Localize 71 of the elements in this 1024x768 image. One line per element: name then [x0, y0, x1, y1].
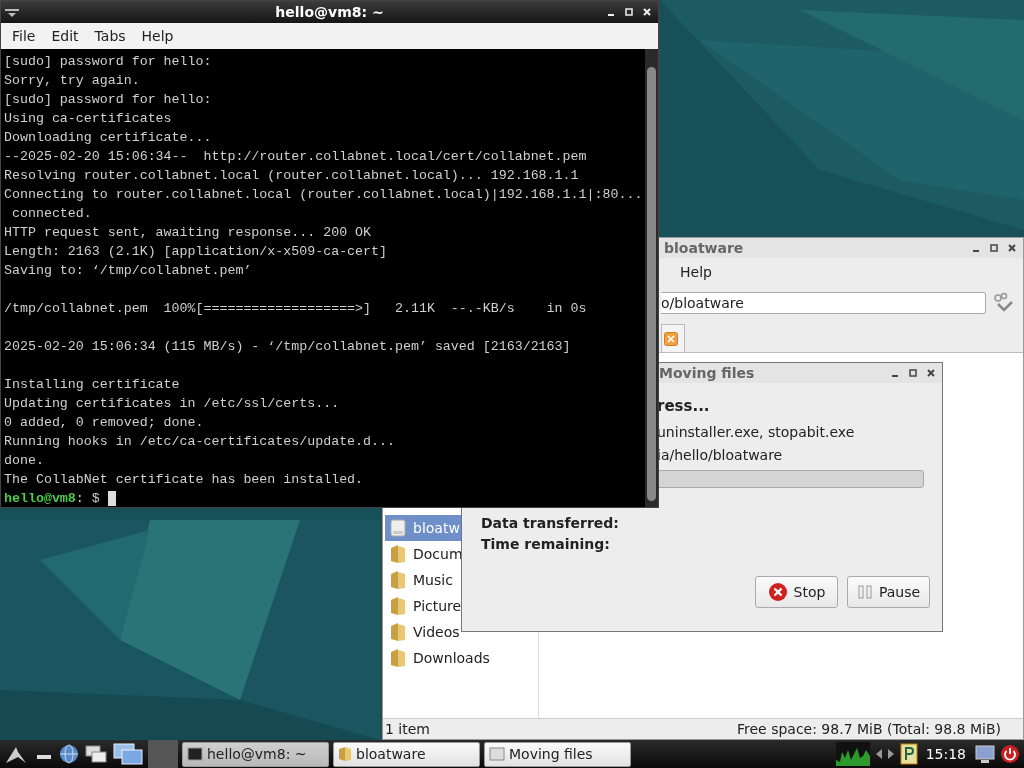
terminal-line: Resolving router.collabnet.local (router.collabnet.local)... 192.168.1.1 [4, 167, 580, 185]
desktop-icon[interactable] [112, 742, 144, 766]
menu-item[interactable]: Edit [43, 28, 87, 44]
destination-path: ia/hello/bloatware [657, 447, 783, 465]
folder-icon [389, 622, 407, 642]
cpu-monitor-graph [835, 742, 870, 766]
terminal-line: /tmp/collabnet.pem 100%[===================>] 2.11K --.-KB/s in 0s [4, 300, 588, 318]
menu-item[interactable]: Help [680, 264, 712, 280]
prompt-user: hello@vm8 [4, 491, 76, 506]
terminal-menu-icon[interactable] [4, 6, 20, 18]
drive-icon [389, 519, 407, 537]
scrollbar[interactable] [645, 49, 658, 507]
terminal-line: Installing certificate [4, 376, 181, 394]
terminal-line: Running hooks in /etc/ca-certificates/update.d... [4, 433, 396, 451]
terminal-line: HTTP request sent, awaiting response... 200 OK [4, 224, 373, 242]
stop-button[interactable]: Stop [755, 576, 838, 608]
terminal-line: [sudo] password for hello: [4, 91, 213, 109]
tab[interactable] [661, 324, 685, 352]
terminal-line: Saving to: ‘/tmp/collabnet.pem’ [4, 262, 253, 280]
prompt-symbol: : $ [75, 491, 100, 506]
menu-item[interactable]: Help [133, 28, 182, 44]
folder-icon [389, 544, 407, 564]
menu-item[interactable]: File [4, 28, 44, 44]
folder-icon [389, 570, 407, 590]
terminal-line: connected. [10, 205, 93, 223]
sidebar-item[interactable]: Downloads [383, 645, 538, 671]
taskbar-button[interactable]: bloatware [333, 741, 480, 767]
path-field[interactable]: o/bloatware [661, 292, 986, 314]
file-names: uninstaller.exe, stopabit.exe [657, 424, 855, 442]
pause-icon [856, 584, 873, 600]
p-icon[interactable] [899, 743, 918, 765]
terminal-line: Connecting to router.collabnet.local (router.collabnet.local)|192.168.1.1|:80... [4, 186, 644, 204]
window-title: hello@vm8: ~ [274, 4, 385, 20]
status-text: 1 item [385, 721, 430, 737]
maximize-button[interactable] [987, 241, 1001, 255]
maximize-button[interactable] [622, 5, 636, 19]
window-title: bloatware [664, 240, 744, 256]
clock[interactable]: 15:18 [921, 746, 970, 762]
window-icon [489, 747, 505, 761]
window-title: Moving files [659, 365, 755, 381]
free-space-text: Free space: 98.7 MiB (Total: 98.8 MiB) [736, 721, 1001, 737]
stop-icon [767, 582, 788, 602]
terminal-line: Downloading certificate... [4, 129, 213, 147]
terminal-line: done. [4, 452, 45, 470]
terminal-line: --2025-02-20 15:06:34-- http://router.collabnet.local/cert/collabnet.pem [4, 148, 588, 166]
power-icon[interactable] [1000, 744, 1020, 764]
go-icon[interactable] [992, 292, 1016, 314]
terminal-line: 2025-02-20 15:06:34 (115 MB/s) - ‘/tmp/collabnet.pem’ saved [2163/2163] [4, 338, 572, 356]
folder-icon [389, 596, 407, 616]
globe-icon[interactable] [58, 743, 80, 765]
dialog-heading: ress... [657, 397, 710, 417]
close-icon[interactable] [664, 331, 678, 346]
terminal-line: Updating certificates in /etc/ssl/certs... [4, 395, 341, 413]
pause-button[interactable]: Pause [847, 576, 930, 608]
terminal-line: Sorry, try again. [4, 72, 141, 90]
text-cursor [107, 491, 116, 506]
terminal-line: 0 added, 0 removed; done. [4, 414, 205, 432]
terminal-line: [sudo] password for hello: [4, 53, 213, 71]
terminal-line: Length: 2163 (2.1K) [application/x-x509-ca-cert] [4, 243, 388, 261]
maximize-button[interactable] [906, 366, 920, 380]
scrollbar-thumb[interactable] [647, 67, 656, 501]
folder-icon [338, 746, 352, 762]
windows-icon[interactable] [84, 743, 108, 765]
folder-icon [389, 648, 407, 668]
taskbar-button[interactable]: hello@vm8: ~ [182, 741, 329, 767]
monitor-icon[interactable] [974, 743, 996, 765]
menu-item[interactable]: Tabs [86, 28, 134, 44]
terminal-icon [187, 747, 203, 761]
terminal-line: Using ca-certificates [4, 110, 173, 128]
taskbar-button[interactable]: Moving files [484, 741, 631, 767]
terminal-line: The CollabNet certificate has been installed. [4, 471, 365, 489]
